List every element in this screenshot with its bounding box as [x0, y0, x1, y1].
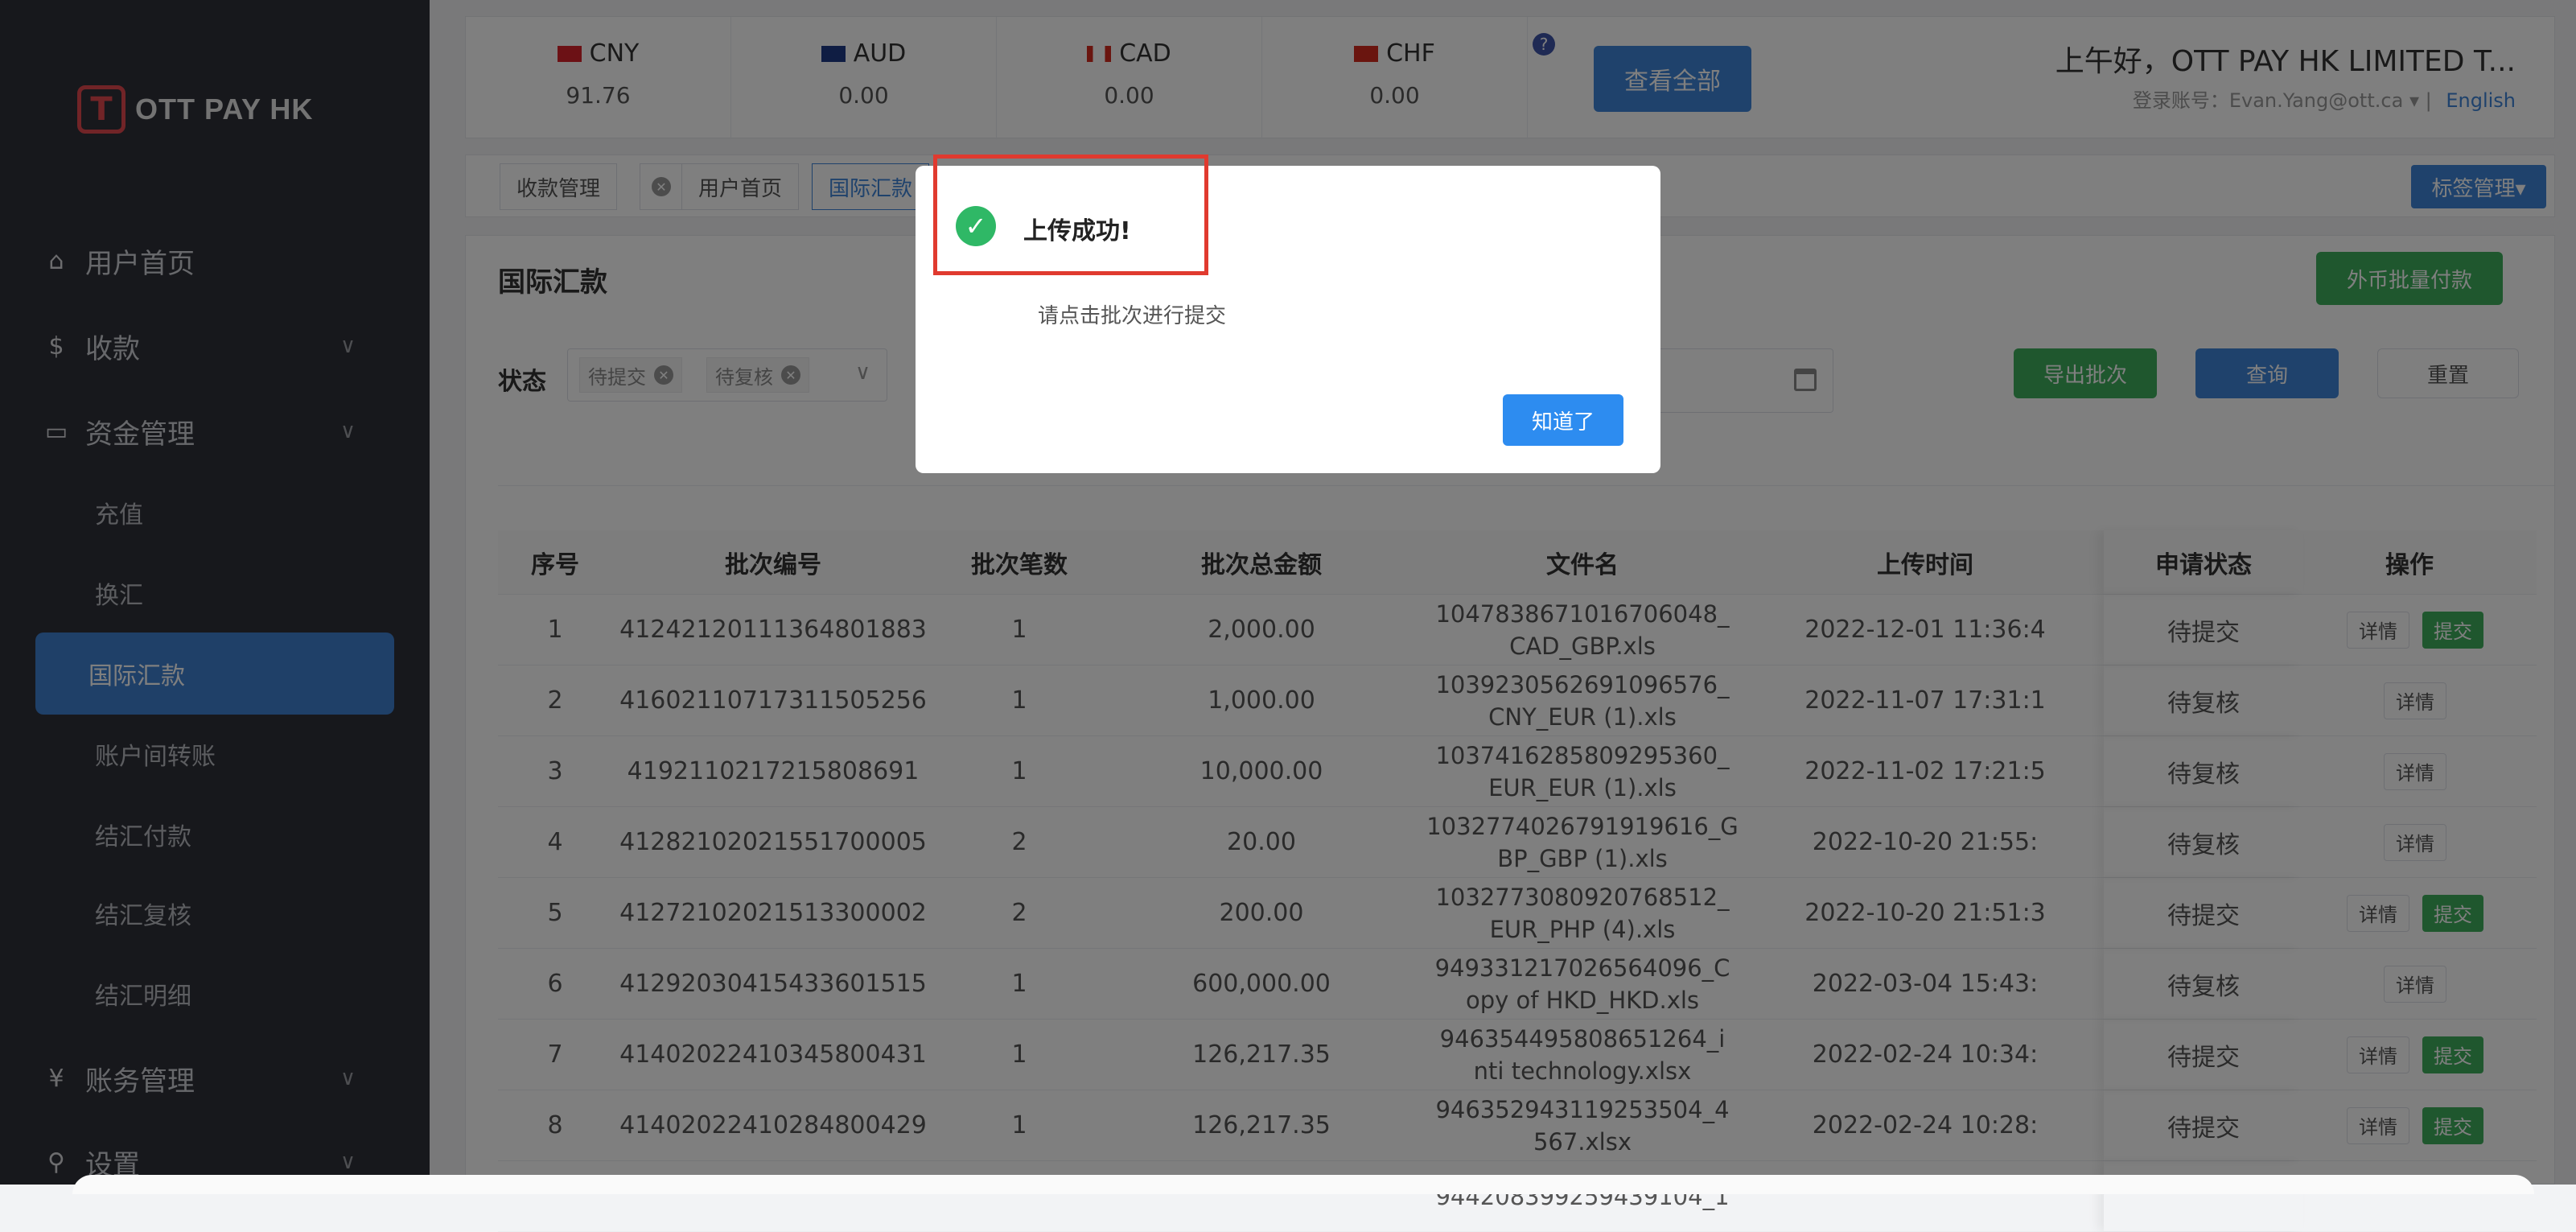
dialog-message: 请点击批次进行提交: [1038, 304, 1227, 328]
dialog-ok-button[interactable]: 知道了: [1503, 394, 1623, 446]
annotation-highlight-box: [933, 155, 1208, 275]
bottom-scroll-bar[interactable]: [72, 1175, 2534, 1194]
